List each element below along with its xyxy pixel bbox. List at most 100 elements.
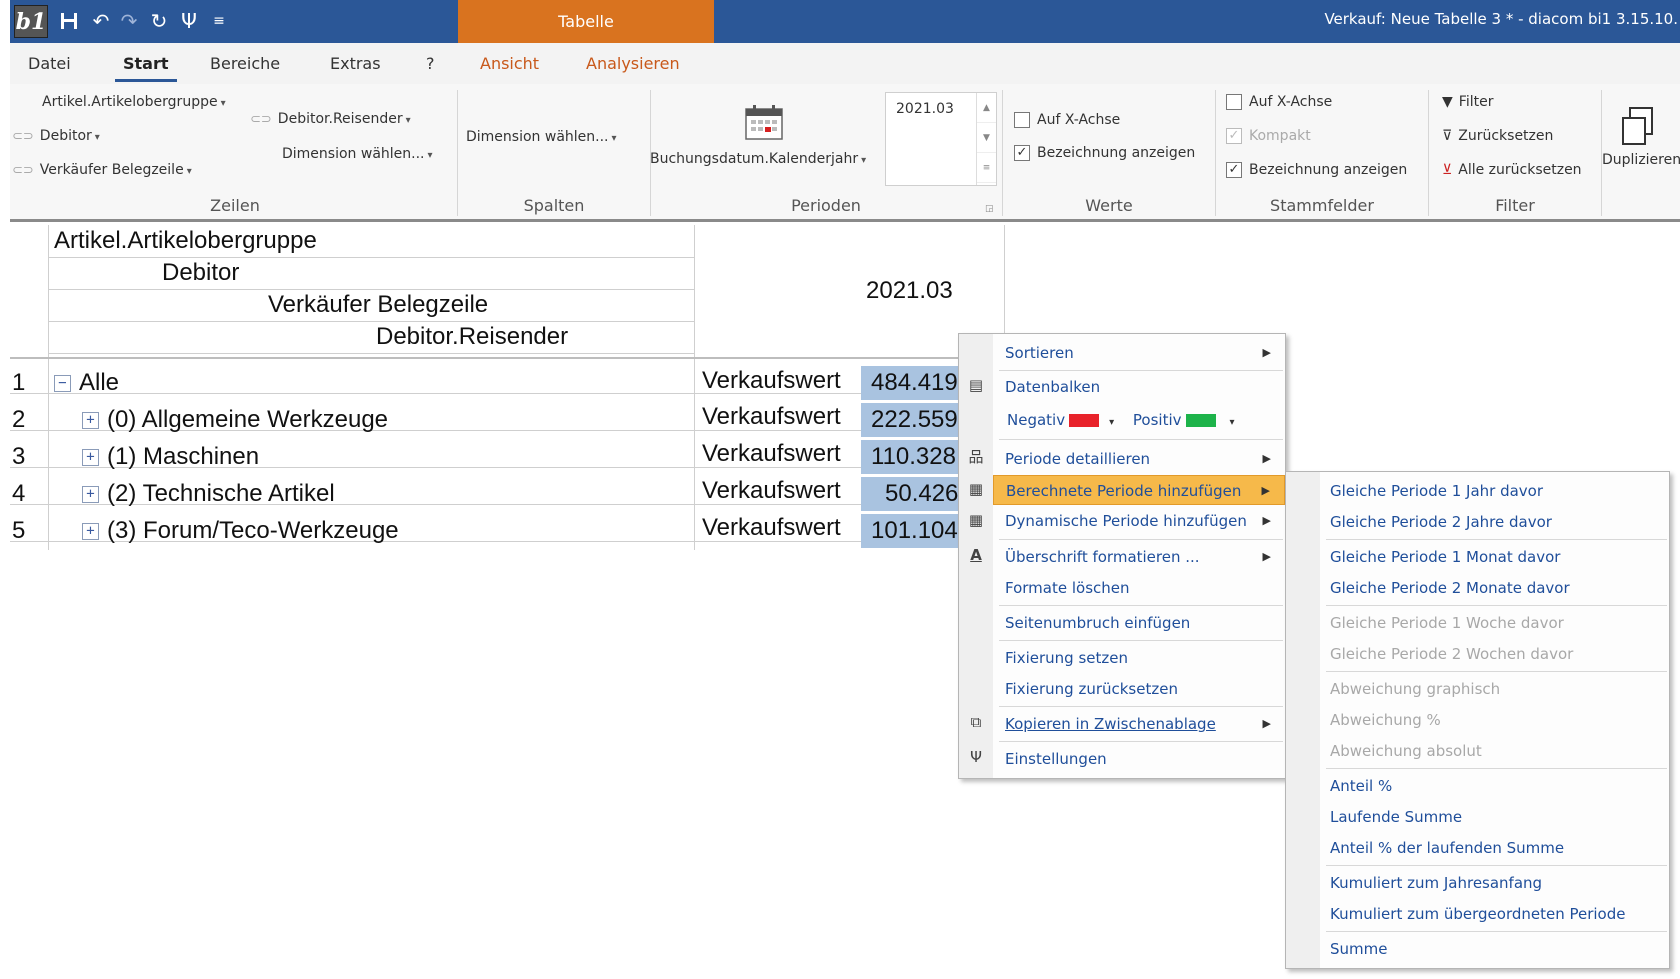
row-label-cell[interactable]: + (1) Maschinen [82,443,259,471]
submenu-item-1-monat[interactable]: Gleiche Periode 1 Monat davor [1286,542,1669,572]
row-header-verkaeufer[interactable]: Verkäufer Belegzeile [268,291,488,319]
window-title: Verkauf: Neue Tabelle 3 * - diacom bi1 3… [1324,10,1678,28]
submenu-arrow-icon: ▶ [1262,514,1271,527]
submenu-item-abweichung-graphisch: Abweichung graphisch [1330,680,1501,698]
zeilen-item-label: Debitor.Reisender [277,111,403,127]
tab-bereiche[interactable]: Bereiche [210,43,280,84]
tab-help[interactable]: ? [426,43,435,84]
submenu-item-2-monate[interactable]: Gleiche Periode 2 Monate davor [1286,573,1669,603]
chevron-down-icon: ▾ [1109,417,1115,428]
save-icon[interactable] [56,8,82,34]
link-icon: ⊂⊃ [250,112,272,127]
context-tab-tabelle[interactable]: Tabelle [458,0,714,43]
column-header-period[interactable]: 2021.03 [866,277,953,305]
settings-tools-icon[interactable]: Ψ [176,8,202,34]
positiv-color-picker[interactable]: Positiv ▾ [1133,411,1235,429]
menu-separator [999,539,1283,540]
value-cell[interactable]: 222.559 [861,403,971,437]
calendar-icon[interactable] [745,104,783,140]
collapse-icon[interactable]: − [54,375,71,393]
menu-item-einstellungen[interactable]: Einstellungen [993,744,1285,774]
redo-icon[interactable]: ↷ [116,8,142,34]
perioden-dimension-select[interactable]: Buchungsdatum.Kalenderjahr ▾ [650,151,866,167]
expand-icon[interactable]: + [82,523,99,541]
submenu-item-kumuliert-periode[interactable]: Kumuliert zum übergeordneten Periode [1286,899,1669,929]
duplicate-icon[interactable] [1620,106,1656,146]
menu-item-label: Dynamische Periode hinzufügen [1005,512,1247,530]
submenu-item-laufende-summe[interactable]: Laufende Summe [1286,802,1669,832]
filter-reset-all-icon: ⊻ [1442,162,1453,178]
value-cell[interactable]: 50.426 [861,477,971,511]
row-label: (2) Technische Artikel [107,480,335,507]
perioden-button-label: Buchungsdatum.Kalenderjahr [650,151,859,167]
menu-item-seitenumbruch[interactable]: Seitenumbruch einfügen [993,608,1285,638]
menu-item-label: Berechnete Periode hinzufügen [1006,482,1242,500]
row-header-reisender[interactable]: Debitor.Reisender [376,323,568,351]
menu-item-label: Fixierung zurücksetzen [1005,680,1178,698]
spalten-dimension-select[interactable]: Dimension wählen... ▾ [466,129,617,145]
stamm-bezeichnung-checkbox[interactable]: ✓ Bezeichnung anzeigen [1226,162,1407,178]
submenu-item-2-jahre[interactable]: Gleiche Periode 2 Jahre davor [1286,507,1669,537]
menu-item-fixierung-zuruecksetzen[interactable]: Fixierung zurücksetzen [993,674,1285,704]
value-cell[interactable]: 110.328 [861,440,971,474]
submenu-item-1-jahr[interactable]: Gleiche Periode 1 Jahr davor [1286,476,1669,506]
submenu-item-anteil[interactable]: Anteil % [1286,771,1669,801]
spin-more-icon[interactable]: ≡ [977,153,996,183]
context-menu: Sortieren ▶ ▤ Datenbalken Negativ ▾ Positi… [958,333,1286,779]
zeilen-dimension-select[interactable]: Dimension wählen... ▾ [282,146,433,162]
row-label-cell[interactable]: + (0) Allgemeine Werkzeuge [82,406,388,434]
menu-item-datenbalken[interactable]: Datenbalken [993,372,1285,402]
spin-up-icon[interactable]: ▲ [977,93,996,123]
submenu-item-kumuliert-jahresanfang[interactable]: Kumuliert zum Jahresanfang [1286,868,1669,898]
value-cell[interactable]: 101.104 [861,514,971,548]
zeilen-item-reisender[interactable]: ⊂⊃ Debitor.Reisender ▾ [250,111,411,127]
tab-ansicht[interactable]: Ansicht [480,43,539,84]
filter-button[interactable]: ▼ Filter [1442,94,1493,110]
row-label: (3) Forum/Teco-Werkzeuge [107,517,399,544]
menu-item-fixierung-setzen[interactable]: Fixierung setzen [993,643,1285,673]
customize-toolbar-icon[interactable]: ≡ [206,8,232,34]
undo-icon[interactable]: ↶ [88,8,114,34]
menu-item-formate-loeschen[interactable]: Formate löschen [993,573,1285,603]
group-label-spalten: Spalten [523,196,585,215]
menu-item-berechnete-periode[interactable]: Berechnete Periode hinzufügen ▶ [993,475,1285,505]
row-number: 5 [12,517,26,544]
refresh-icon[interactable]: ↻ [146,8,172,34]
zeilen-item-debitor[interactable]: ⊂⊃ Debitor ▾ [12,128,100,144]
row-label-cell[interactable]: + (2) Technische Artikel [82,480,335,508]
row-header-artikelobergruppe[interactable]: Artikel.Artikelobergruppe [54,227,317,255]
menu-separator [999,370,1283,371]
tab-extras[interactable]: Extras [330,43,381,84]
period-spinner[interactable]: 2021.03 ▲ ▼ ≡ [885,92,997,186]
filter-reset-button[interactable]: ⊽ Zurücksetzen [1442,128,1553,144]
tab-analysieren[interactable]: Analysieren [586,43,680,84]
menu-item-sortieren[interactable]: Sortieren ▶ [993,338,1285,368]
werte-bezeichnung-checkbox[interactable]: ✓ Bezeichnung anzeigen [1014,145,1195,161]
menu-item-ueberschrift-formatieren[interactable]: Überschrift formatieren ... ▶ [993,542,1285,572]
row-label-cell[interactable]: + (3) Forum/Teco-Werkzeuge [82,517,399,545]
spin-down-icon[interactable]: ▼ [977,123,996,153]
expand-icon[interactable]: + [82,412,99,430]
expand-icon[interactable]: + [82,486,99,504]
tab-start[interactable]: Start [115,43,176,84]
zeilen-item-artikelobergruppe[interactable]: Artikel.Artikelobergruppe ▾ [42,94,226,110]
dialog-launcher-icon[interactable]: ◲ [985,204,994,214]
menu-item-dynamische-periode[interactable]: Dynamische Periode hinzufügen ▶ [993,506,1285,536]
stamm-x-achse-checkbox[interactable]: Auf X-Achse [1226,94,1332,110]
menu-separator [999,706,1283,707]
tab-datei[interactable]: Datei [28,43,71,84]
negativ-color-picker[interactable]: Negativ ▾ [1007,411,1128,429]
submenu-berechnete-periode: Gleiche Periode 1 Jahr davor Gleiche Per… [1285,471,1670,969]
menu-item-kopieren[interactable]: Kopieren in Zwischenablage ▶ [993,709,1285,739]
submenu-item-anteil-laufende-summe[interactable]: Anteil % der laufenden Summe [1286,833,1669,863]
menu-item-periode-detaillieren[interactable]: Periode detaillieren ▶ [993,444,1285,474]
expand-icon[interactable]: + [82,449,99,467]
submenu-item-summe[interactable]: Summe [1286,934,1669,964]
row-header-debitor[interactable]: Debitor [162,259,239,287]
werte-x-achse-checkbox[interactable]: Auf X-Achse [1014,112,1120,128]
row-label-cell[interactable]: − Alle [54,369,119,397]
value-cell[interactable]: 484.419 [861,366,971,400]
duplizieren-button[interactable]: Duplizieren [1602,152,1680,168]
filter-reset-all-button[interactable]: ⊻ Alle zurücksetzen [1442,162,1582,178]
zeilen-item-verkaeufer[interactable]: ⊂⊃ Verkäufer Belegzeile ▾ [12,162,192,178]
